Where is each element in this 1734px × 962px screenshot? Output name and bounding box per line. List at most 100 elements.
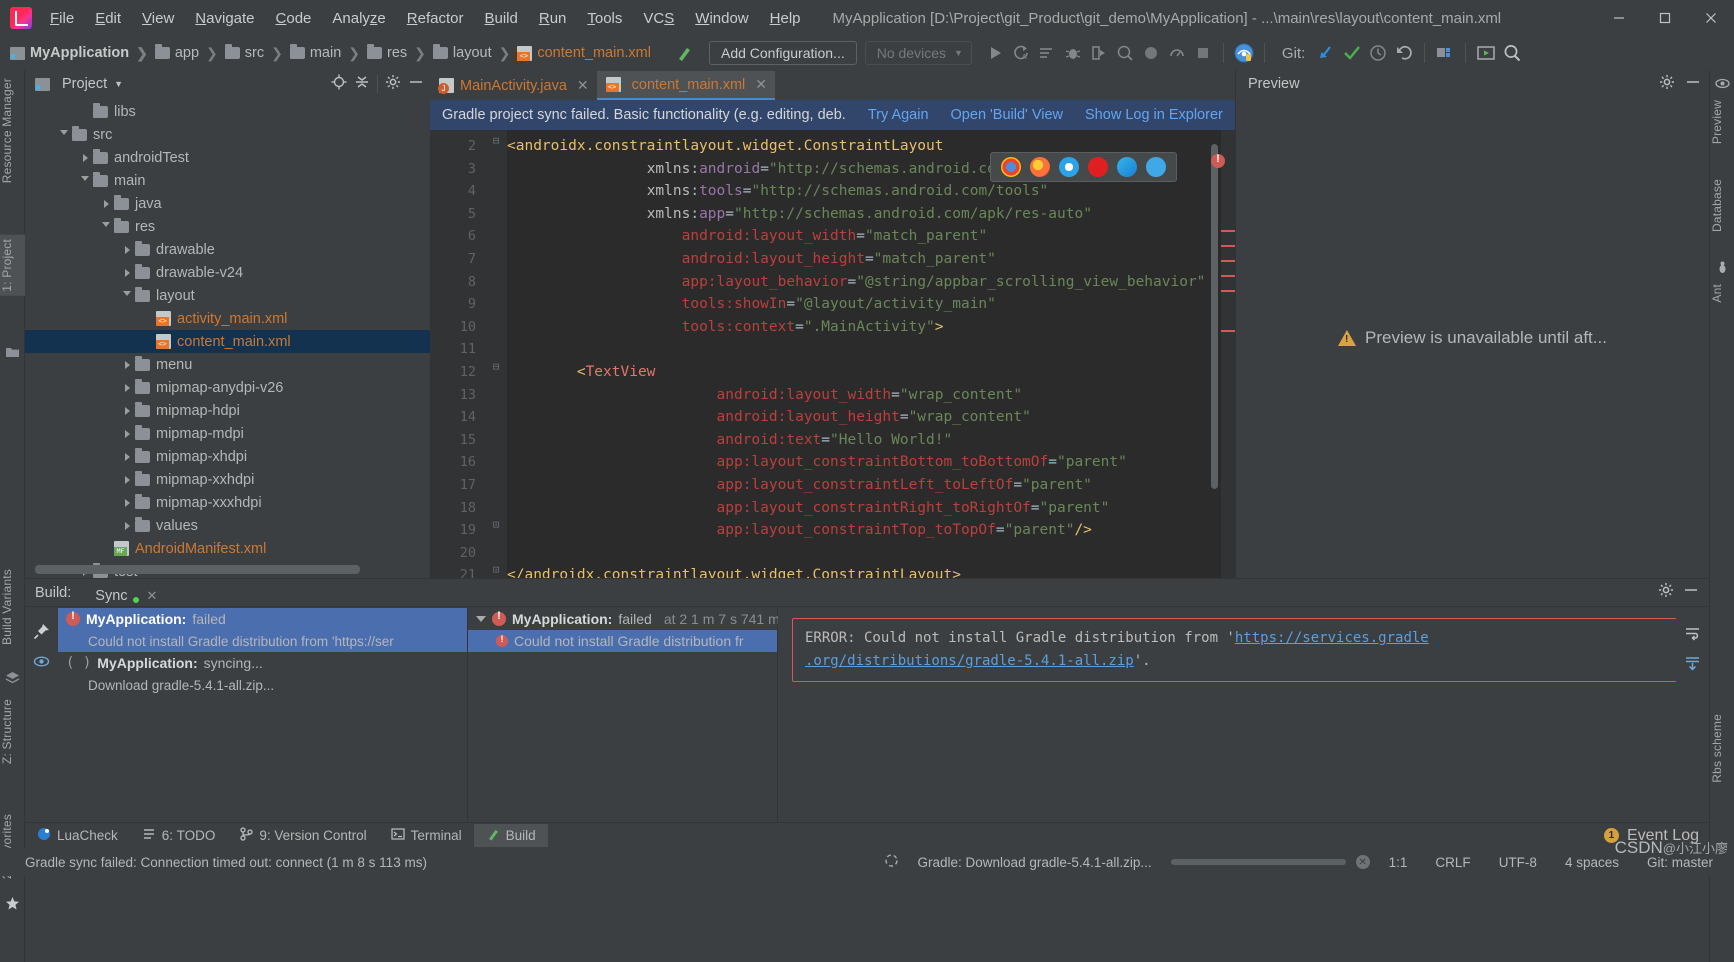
open-build-view-link[interactable]: Open 'Build' View: [951, 107, 1063, 123]
breadcrumb-item-src[interactable]: src ❯: [224, 44, 290, 62]
chevron-right-icon[interactable]: [119, 468, 135, 491]
eye-icon[interactable]: [25, 646, 58, 676]
chevron-right-icon[interactable]: [119, 399, 135, 422]
fold-marker-icon[interactable]: ⊟: [485, 356, 507, 379]
chevron-right-icon[interactable]: [77, 146, 93, 169]
menu-refactor[interactable]: Refactor: [397, 6, 474, 31]
profile-icon[interactable]: [1112, 40, 1138, 66]
tab-mainactivity-java[interactable]: MainActivity.java ✕: [430, 71, 597, 100]
tree-item-values[interactable]: values: [25, 514, 430, 537]
build-sync-tree[interactable]: MyApplication: failed Could not install G…: [58, 608, 468, 822]
tool-button-version-control[interactable]: 9: Version Control: [227, 824, 378, 847]
gear-icon[interactable]: [1658, 582, 1674, 603]
firefox-icon[interactable]: [1030, 157, 1050, 177]
attach-debugger-icon[interactable]: [1086, 40, 1112, 66]
code-line[interactable]: app:layout_constraintRight_toRightOf="pa…: [507, 497, 1235, 520]
undo-icon[interactable]: [1391, 40, 1417, 66]
collapse-all-icon[interactable]: [354, 74, 370, 95]
tree-item-androidmanifest-xml[interactable]: AndroidManifest.xml: [25, 537, 430, 560]
build-detail-row[interactable]: Could not install Gradle distribution fr: [468, 630, 777, 652]
tool-button-luacheck[interactable]: LuaCheck: [25, 824, 130, 847]
menu-window[interactable]: Window: [685, 6, 758, 31]
locate-icon[interactable]: [331, 74, 347, 95]
scroll-to-end-icon[interactable]: [1676, 648, 1709, 678]
eye-icon[interactable]: [1715, 76, 1730, 91]
tree-item-menu[interactable]: menu: [25, 353, 430, 376]
project-file-tree[interactable]: libs src androidTest main java res drawable dra…: [25, 98, 430, 578]
tree-item-mipmap-xxhdpi[interactable]: mipmap-xxhdpi: [25, 468, 430, 491]
chevron-right-icon[interactable]: [119, 514, 135, 537]
search-everywhere-icon[interactable]: [1499, 40, 1525, 66]
run-anything-icon[interactable]: [1473, 40, 1499, 66]
build-tree-row[interactable]: MyApplication: failed: [58, 608, 467, 630]
tree-item-mipmap-xxxhdpi[interactable]: mipmap-xxxhdpi: [25, 491, 430, 514]
gradle-distribution-link-part2[interactable]: .org/distributions/gradle-5.4.1-all.zip: [805, 653, 1134, 669]
code-folding-column[interactable]: ⊟ ⊟ ⊡ ⊡: [485, 130, 507, 578]
build-tree-row[interactable]: Could not install Gradle distribution fr…: [58, 630, 467, 652]
rightbar-tab-preview[interactable]: Preview: [1710, 96, 1734, 148]
ant-icon[interactable]: [1715, 260, 1730, 275]
tree-item-mipmap-anydpi-v26[interactable]: mipmap-anydpi-v26: [25, 376, 430, 399]
chevron-right-icon[interactable]: [98, 192, 114, 215]
code-line[interactable]: </androidx.constraintlayout.widget.Const…: [507, 564, 1235, 578]
sidebar-tab-structure[interactable]: Z: Structure: [0, 695, 25, 768]
code-line[interactable]: android:text="Hello World!": [507, 429, 1235, 452]
tree-item-drawable[interactable]: drawable: [25, 238, 430, 261]
error-indicator-icon[interactable]: [1211, 153, 1225, 168]
chevron-right-icon[interactable]: [119, 491, 135, 514]
add-configuration-button[interactable]: Add Configuration...: [708, 41, 857, 65]
tree-item-mipmap-mdpi[interactable]: mipmap-mdpi: [25, 422, 430, 445]
sidebar-tab-build-variants[interactable]: Build Variants: [0, 565, 25, 649]
tree-item-java[interactable]: java: [25, 192, 430, 215]
tree-item-content-main-xml[interactable]: content_main.xml: [25, 330, 430, 353]
build-tree-row[interactable]: Download gradle-5.4.1-all.zip...: [58, 674, 467, 696]
menu-file[interactable]: File: [40, 6, 84, 31]
apply-code-changes-icon[interactable]: [1034, 40, 1060, 66]
avd-manager-icon[interactable]: [1231, 40, 1257, 66]
stop-icon[interactable]: [1190, 40, 1216, 66]
close-button[interactable]: [1688, 0, 1734, 36]
opera-icon[interactable]: [1088, 157, 1108, 177]
show-log-in-explorer-link[interactable]: Show Log in Explorer: [1085, 107, 1223, 123]
layers-icon[interactable]: [5, 670, 20, 685]
tree-item-main[interactable]: main: [25, 169, 430, 192]
code-line[interactable]: android:layout_width="match_parent": [507, 225, 1235, 248]
safari-icon[interactable]: [1059, 157, 1079, 177]
chevron-down-icon[interactable]: ▼: [114, 79, 123, 89]
chevron-right-icon[interactable]: [119, 376, 135, 399]
menu-view[interactable]: View: [132, 6, 184, 31]
editor-vscrollbar[interactable]: [1211, 144, 1218, 489]
chevron-down-icon[interactable]: [77, 169, 93, 192]
caret-position[interactable]: 1:1: [1380, 855, 1417, 870]
project-structure-icon[interactable]: [1432, 40, 1458, 66]
sidebar-tab-resource-manager[interactable]: Resource Manager: [0, 74, 25, 187]
chevron-down-icon[interactable]: [119, 284, 135, 307]
code-line[interactable]: android:layout_height="wrap_content": [507, 406, 1235, 429]
close-icon[interactable]: ✕: [755, 76, 767, 93]
breadcrumb-item-content-main-xml[interactable]: content_main.xml: [517, 45, 651, 61]
build-detail-tree[interactable]: MyApplication: failed at 2 1 m 7 s 741 ms…: [468, 608, 787, 822]
minimize-button[interactable]: [1596, 0, 1642, 36]
tree-item-drawable-v24[interactable]: drawable-v24: [25, 261, 430, 284]
ie-icon[interactable]: [1146, 157, 1166, 177]
menu-code[interactable]: Code: [266, 6, 322, 31]
tree-item-androidtest[interactable]: androidTest: [25, 146, 430, 169]
hide-panel-icon[interactable]: [408, 74, 424, 95]
tab-content-main-xml[interactable]: content_main.xml ✕: [596, 71, 776, 100]
gear-icon[interactable]: [385, 74, 401, 95]
tool-button-todo[interactable]: 6: TODO: [130, 824, 228, 847]
star-icon[interactable]: [5, 896, 20, 911]
chevron-right-icon[interactable]: [119, 422, 135, 445]
tool-button-terminal[interactable]: Terminal: [379, 824, 474, 847]
record-icon[interactable]: [1138, 40, 1164, 66]
code-line[interactable]: tools:context=".MainActivity">: [507, 316, 1235, 339]
code-line[interactable]: app:layout_constraintTop_toTopOf="parent…: [507, 519, 1235, 542]
menu-analyze[interactable]: Analyze: [322, 6, 395, 31]
rightbar-tab-database[interactable]: Database: [1710, 175, 1734, 236]
device-selector[interactable]: No devices ▼: [864, 41, 972, 65]
code-line[interactable]: <TextView: [507, 361, 1235, 384]
fold-marker-icon[interactable]: ⊡: [485, 559, 507, 578]
pin-icon[interactable]: [25, 616, 58, 646]
sidebar-tab-project[interactable]: 1: Project: [0, 235, 25, 296]
build-hammer-icon[interactable]: [671, 40, 697, 66]
